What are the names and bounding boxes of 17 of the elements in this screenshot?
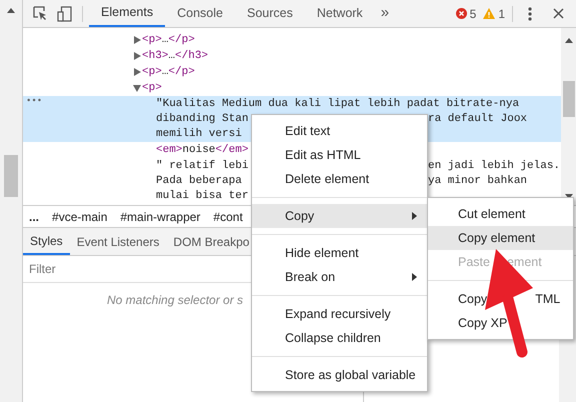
error-count: 5 <box>470 6 476 22</box>
text-node-line: "Kualitas Medium dua kali lipat lebih padat bitrate-nya <box>156 98 520 110</box>
warning-count: 1 <box>498 6 505 22</box>
text-node-line: ya minor bahkan <box>428 174 528 188</box>
text-node-line: Pada beberapa <box>156 174 242 186</box>
text-node-line: ra default Joox <box>428 112 528 126</box>
text-node-line: en jadi lebih jelas. <box>428 158 560 174</box>
text-node-line: memilih versi <box>156 128 242 140</box>
dom-node-text: <p> <box>142 80 162 96</box>
dom-node-text: <h3>…</h3> <box>142 48 208 64</box>
empty-styles-message: No matching selector or s <box>106 292 244 309</box>
text-node-line: " relatif lebi <box>156 160 248 172</box>
text-node-line: <em>noise</em> <box>156 144 248 156</box>
text-node-line: dibanding Stan <box>156 112 248 124</box>
dom-node-text: <p>…</p> <box>142 32 195 48</box>
dom-node-text: <p>…</p> <box>142 64 195 80</box>
text-node-line: mulai bisa ter <box>156 190 248 202</box>
